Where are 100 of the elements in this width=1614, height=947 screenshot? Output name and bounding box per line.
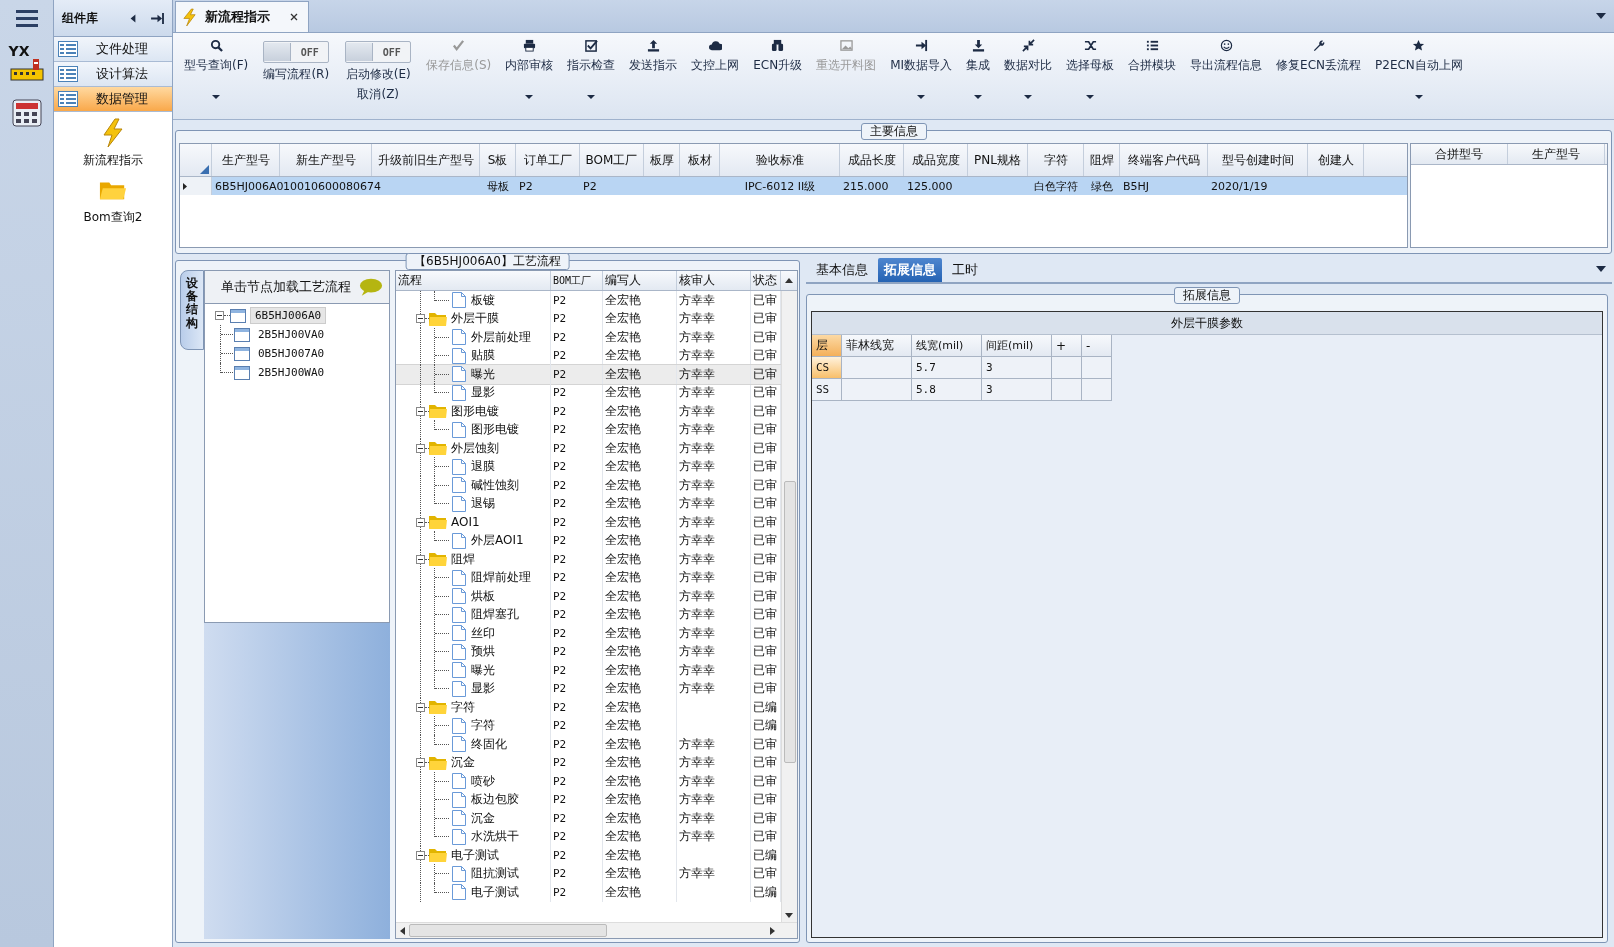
- tree-row[interactable]: 电子测试 P2 全宏艳 已编: [396, 883, 781, 902]
- tree-row[interactable]: 阻焊塞孔 P2 全宏艳 方幸幸 已审: [396, 605, 781, 624]
- tree-row[interactable]: 终固化 P2 全宏艳 方幸幸 已审: [396, 735, 781, 754]
- column-header[interactable]: 字符: [1028, 144, 1084, 176]
- column-header[interactable]: -: [1082, 335, 1112, 357]
- collapse-toggle-icon[interactable]: [416, 443, 425, 453]
- tree-node[interactable]: 0B5HJ007A0: [254, 346, 329, 361]
- column-header[interactable]: 编写人: [603, 271, 677, 290]
- tree-row[interactable]: 喷砂 P2 全宏艳 方幸幸 已审: [396, 772, 781, 791]
- tree-row[interactable]: 显影 P2 全宏艳 方幸幸 已审: [396, 383, 781, 402]
- tree-row[interactable]: 曝光 P2 全宏艳 方幸幸 已审: [396, 661, 781, 680]
- column-header[interactable]: 状态: [751, 271, 781, 290]
- tree-row[interactable]: 阻焊前处理 P2 全宏艳 方幸幸 已审: [396, 568, 781, 587]
- column-header[interactable]: 流程: [396, 271, 551, 290]
- collapse-toggle-icon[interactable]: [416, 517, 425, 527]
- tree-row[interactable]: 水洗烘干 P2 全宏艳 方幸幸 已审: [396, 827, 781, 846]
- column-header[interactable]: 核审人: [677, 271, 751, 290]
- toolbar-button[interactable]: 合拼模块: [1121, 37, 1184, 109]
- collapse-toggle-icon[interactable]: [416, 758, 425, 768]
- collapse-icon[interactable]: [129, 12, 137, 24]
- tree-row[interactable]: 外层干膜 P2 全宏艳 方幸幸 已审: [396, 309, 781, 328]
- pin-icon[interactable]: [151, 12, 164, 24]
- collapse-toggle-icon[interactable]: [416, 702, 425, 712]
- toolbar-button[interactable]: 选择母板: [1059, 37, 1122, 109]
- tree-node[interactable]: 2B5HJ00VA0: [254, 327, 329, 342]
- toolbar-button[interactable]: 数据对比: [997, 37, 1060, 109]
- document-tab[interactable]: 新流程指示: [175, 1, 309, 32]
- column-header[interactable]: 生产型号: [212, 144, 280, 176]
- nav-item[interactable]: 数据管理: [54, 87, 172, 112]
- table-cell[interactable]: [1052, 357, 1082, 379]
- column-header[interactable]: 成品长度: [840, 144, 904, 176]
- tab[interactable]: 工时: [946, 258, 984, 282]
- tree-row[interactable]: 电子测试 P2 全宏艳 已编: [396, 846, 781, 865]
- nav-item[interactable]: 文件处理: [54, 37, 172, 62]
- tree-row[interactable]: 外层蚀刻 P2 全宏艳 方幸幸 已审: [396, 439, 781, 458]
- tree-row[interactable]: 烘板 P2 全宏艳 方幸幸 已审: [396, 587, 781, 606]
- toggle-switch[interactable]: OFF: [345, 41, 412, 63]
- tab[interactable]: 拓展信息: [878, 258, 942, 282]
- table-cell[interactable]: 3: [982, 379, 1052, 401]
- table-cell[interactable]: 3: [982, 357, 1052, 379]
- tree-row[interactable]: 丝印 P2 全宏艳 方幸幸 已审: [396, 624, 781, 643]
- toolbar-button[interactable]: 集成: [959, 37, 998, 109]
- column-header[interactable]: 层: [812, 335, 842, 357]
- column-header[interactable]: 订单工厂: [516, 144, 580, 176]
- tree-row[interactable]: 外层AOI1 P2 全宏艳 方幸幸 已审: [396, 531, 781, 550]
- toolbar-button[interactable]: 内部审核: [498, 37, 561, 109]
- tree-row[interactable]: 字符 P2 全宏艳 已编: [396, 716, 781, 735]
- column-header[interactable]: 成品宽度: [904, 144, 968, 176]
- toolbar-button[interactable]: 修复ECN丢流程: [1269, 37, 1369, 109]
- column-header[interactable]: S板: [480, 144, 516, 176]
- scroll-thumb[interactable]: [409, 924, 607, 937]
- column-header[interactable]: BOM工厂: [551, 271, 603, 290]
- tree-row[interactable]: 退锡 P2 全宏艳 方幸幸 已审: [396, 494, 781, 513]
- column-header[interactable]: 创建人: [1308, 144, 1364, 176]
- toolbar-button[interactable]: 指示检查: [560, 37, 623, 109]
- tree-row[interactable]: 板边包胶 P2 全宏艳 方幸幸 已审: [396, 790, 781, 809]
- scroll-left-icon[interactable]: [400, 926, 405, 935]
- column-header[interactable]: BOM工厂: [580, 144, 644, 176]
- vertical-scrollbar[interactable]: [781, 291, 797, 922]
- nav-item[interactable]: 设计算法: [54, 62, 172, 87]
- tree-row[interactable]: AOI1 P2 全宏艳 方幸幸 已审: [396, 513, 781, 532]
- column-header[interactable]: 阻焊: [1084, 144, 1120, 176]
- table-row[interactable]: 6B5HJ006A010010600080674 母板 P2 P2 IPC-6012 II级 215.000 125.000 白色字符 绿色 B5HJ 2020/1/19: [180, 177, 1407, 195]
- table-cell[interactable]: 5.8: [912, 379, 982, 401]
- tree-row[interactable]: 退膜 P2 全宏艳 方幸幸 已审: [396, 457, 781, 476]
- table-cell[interactable]: [842, 357, 912, 379]
- tab[interactable]: 基本信息: [810, 258, 874, 282]
- tree-row[interactable]: 曝光 P2 全宏艳 方幸幸 已审: [396, 365, 781, 384]
- toolbar-button[interactable]: ECN升级: [746, 37, 810, 109]
- launcher-item[interactable]: 新流程指示: [54, 118, 172, 169]
- calculator-icon[interactable]: [10, 97, 43, 129]
- collapse-toggle-icon[interactable]: [416, 406, 425, 416]
- collapse-toggle-icon[interactable]: [416, 554, 425, 564]
- column-header[interactable]: 终端客户代码: [1120, 144, 1208, 176]
- table-cell[interactable]: [1082, 357, 1112, 379]
- toolbar-button[interactable]: 文控上网: [684, 37, 747, 109]
- tree-row[interactable]: 碱性蚀刻 P2 全宏艳 方幸幸 已审: [396, 476, 781, 495]
- column-header[interactable]: 生产型号: [1508, 144, 1605, 164]
- side-tab[interactable]: 设备结构: [180, 270, 204, 350]
- column-header[interactable]: 菲林线宽: [842, 335, 912, 357]
- column-header[interactable]: 板厚: [644, 144, 680, 176]
- column-header[interactable]: 验收标准: [720, 144, 840, 176]
- tree-node[interactable]: 6B5HJ006A0: [250, 307, 327, 324]
- toggle-switch[interactable]: OFF: [263, 41, 330, 63]
- tree-row[interactable]: 字符 P2 全宏艳 已编: [396, 698, 781, 717]
- column-header[interactable]: 线宽(mil): [912, 335, 982, 357]
- tree-row[interactable]: 阻抗测试 P2 全宏艳 方幸幸 已审: [396, 864, 781, 883]
- table-cell[interactable]: [1082, 379, 1112, 401]
- tree-row[interactable]: 图形电镀 P2 全宏艳 方幸幸 已审: [396, 402, 781, 421]
- toolbar-button[interactable]: 导出流程信息: [1183, 37, 1270, 109]
- tree-row[interactable]: 显影 P2 全宏艳 方幸幸 已审: [396, 679, 781, 698]
- tree-row[interactable]: 图形电镀 P2 全宏艳 方幸幸 已审: [396, 420, 781, 439]
- collapse-toggle-icon[interactable]: [215, 311, 224, 320]
- column-header[interactable]: 新生产型号: [280, 144, 372, 176]
- dropdown-caret-icon[interactable]: [1596, 13, 1606, 19]
- dropdown-caret-icon[interactable]: [1596, 266, 1606, 272]
- scroll-thumb[interactable]: [784, 481, 796, 763]
- toolbar-button[interactable]: 型号查询(F): [177, 37, 256, 109]
- table-cell[interactable]: [842, 379, 912, 401]
- menu-icon[interactable]: [15, 9, 38, 27]
